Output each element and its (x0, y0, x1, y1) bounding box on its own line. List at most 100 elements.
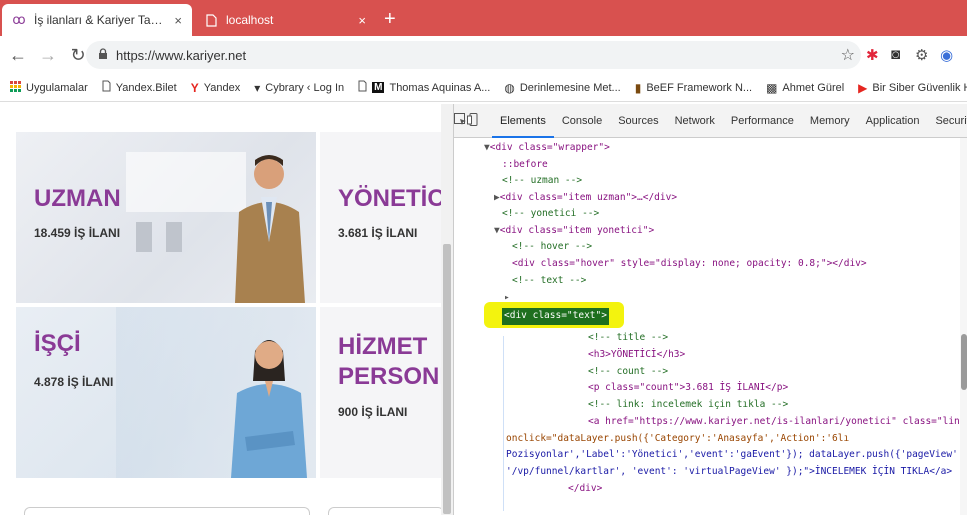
tab-security[interactable]: Security (927, 104, 967, 138)
category-card-yonetici[interactable]: YÖNETİCİ 3.681 İŞ İLANI (320, 132, 448, 303)
bookmark-uygulamalar[interactable]: Uygulamalar (10, 80, 88, 95)
card-title: UZMAN (34, 185, 121, 212)
dom-comment[interactable]: <!-- hover --> (512, 239, 592, 256)
dom-line[interactable]: <a href="https://www.kariyer.net/is-ilan… (588, 414, 967, 431)
devtools-panel: Elements Console Sources Network Perform… (453, 104, 967, 515)
selection-indent-guide (454, 336, 504, 511)
dom-selected-line[interactable]: <div class="text"> (502, 308, 609, 325)
dom-comment[interactable]: <!-- link: incelemek için tıkla --> (588, 397, 788, 414)
dom-comment-text: <!-- count --> (588, 366, 669, 377)
bookmark-ahmet-gurel[interactable]: ▩ Ahmet Gürel (766, 81, 844, 95)
dom-line[interactable]: ▶<div class="item uzman">…</div> (494, 190, 677, 207)
bookmark-star-icon[interactable]: ☆ (841, 45, 855, 65)
next-section-card (328, 507, 444, 515)
tab-performance[interactable]: Performance (723, 104, 802, 138)
tab-kariyer[interactable]: ꝏ İş ilanları & Kariyer Tavsiyeleri Ka × (2, 4, 192, 36)
url-text: https://www.kariyer.net (116, 47, 247, 63)
category-card-isci[interactable]: İŞÇİ 4.878 İŞ İLANI (16, 307, 316, 478)
dom-comment[interactable]: <!-- text --> (512, 273, 586, 290)
bookmark-yandex[interactable]: Y Yandex (191, 81, 241, 95)
kariyer-favicon-icon: ꝏ (12, 12, 26, 27)
dom-line[interactable]: <div class="hover" style="display: none;… (512, 256, 867, 273)
tab-console[interactable]: Console (554, 104, 610, 138)
dom-comment[interactable]: <!-- count --> (588, 364, 668, 381)
dom-comment-text: <!-- uzman --> (502, 175, 583, 186)
beef-icon: ▮ (634, 80, 642, 95)
tab-close-icon[interactable]: × (358, 13, 366, 28)
background-chair (136, 222, 152, 252)
card-title: HİZMET PERSONELİ (338, 332, 448, 392)
dom-tag: <div class="wrapper"> (489, 142, 610, 153)
background-chair (166, 222, 182, 252)
device-toolbar-icon[interactable] (467, 112, 480, 129)
address-bar[interactable]: https://www.kariyer.net ☆ (86, 41, 861, 69)
bookmark-derinlemesine[interactable]: ◍ Derinlemesine Met... (504, 81, 620, 95)
bookmark-beef[interactable]: ▮ BeEF Framework N... (635, 81, 752, 95)
card-count: 18.459 İŞ İLANI (34, 226, 121, 240)
card-title-line2: PERSONELİ (338, 363, 448, 390)
forward-arrow-icon[interactable]: → (36, 45, 60, 66)
tab-close-icon[interactable]: × (174, 13, 182, 28)
worker-photo (231, 340, 307, 478)
youtube-icon: ▶ (858, 80, 868, 95)
bookmark-cybrary[interactable]: ▾ Cybrary ‹ Log In (254, 81, 344, 95)
dom-tree: ▼<div class="wrapper"> ::before <!-- uzm… (454, 140, 967, 515)
dom-comment[interactable]: <!-- uzman --> (502, 173, 582, 190)
devtools-tab-bar: Elements Console Sources Network Perform… (454, 104, 967, 138)
devtools-scrollbar[interactable] (960, 138, 967, 515)
dom-line[interactable]: Pozisyonlar','Label':'Yönetici','event':… (506, 447, 964, 464)
bookmark-label: Cybrary ‹ Log In (265, 81, 345, 94)
dom-comment[interactable]: <!-- title --> (588, 330, 668, 347)
dom-line[interactable]: </div> (568, 481, 602, 498)
tab-application[interactable]: Application (858, 104, 928, 138)
bookmark-thomas-aquinas[interactable]: M Thomas Aquinas A... (358, 80, 490, 95)
tab-network[interactable]: Network (667, 104, 723, 138)
extension-globe-icon[interactable]: ◉ (940, 46, 953, 64)
category-card-hizmet-personeli[interactable]: HİZMET PERSONELİ 900 İŞ İLANI (320, 307, 448, 478)
card-count: 3.681 İŞ İLANI (338, 226, 418, 240)
bookmark-siber-guvenlik[interactable]: ▶ Bir Siber Güvenlik H... (858, 81, 967, 95)
extension-glasses-icon[interactable]: ◙ (891, 46, 900, 63)
page-icon (358, 80, 367, 95)
dom-attribute-value: Pozisyonlar','Label':'Yönetici','event':… (506, 449, 964, 460)
dom-line[interactable]: onclick="dataLayer.push({'Category':'Ana… (506, 431, 849, 448)
page-scrollbar[interactable] (441, 104, 453, 515)
card-title-line1: HİZMET (338, 333, 428, 360)
scrollbar-thumb[interactable] (961, 334, 967, 390)
bookmark-label: Uygulamalar (26, 81, 88, 94)
extension-puzzle-icon[interactable]: ✱ (866, 46, 879, 64)
dom-line[interactable]: <p class="count">3.681 İŞ İLANI</p> (588, 380, 788, 397)
tab-elements[interactable]: Elements (492, 104, 554, 138)
tab-localhost[interactable]: localhost × (194, 4, 376, 36)
dom-tag: <p class="count">3.681 İŞ İLANI</p> (588, 382, 789, 393)
page-icon (102, 80, 111, 95)
dom-line[interactable]: <h3>YÖNETİCİ</h3> (588, 347, 685, 364)
bookmark-yandex-bilet[interactable]: Yandex.Bilet (102, 80, 177, 95)
dom-tag: <div class="item uzman">…</div> (499, 192, 678, 203)
tab-title: İş ilanları & Kariyer Tavsiyeleri Ka (34, 13, 168, 27)
tab-memory[interactable]: Memory (802, 104, 858, 138)
dom-line[interactable]: ▼<div class="item yonetici"> (494, 223, 654, 240)
card-count: 900 İŞ İLANI (338, 405, 408, 419)
tab-title: localhost (226, 13, 274, 27)
bookmark-label: Yandex (203, 81, 241, 94)
dom-tag: <h3>YÖNETİCİ</h3> (588, 349, 686, 360)
browser-toolbar: ← → ↻ https://www.kariyer.net ☆ ✱ ◙ ⚙ ◉ (0, 36, 967, 74)
back-arrow-icon[interactable]: ← (6, 45, 30, 66)
inspect-element-icon[interactable] (454, 112, 467, 129)
extension-tool-icon[interactable]: ⚙ (915, 46, 928, 64)
lock-icon (98, 47, 108, 63)
tab-sources[interactable]: Sources (610, 104, 666, 138)
dom-attribute-value: '/vp/funnel/kartlar', 'event': 'virtualP… (506, 466, 953, 477)
dom-comment-text: <!-- hover --> (512, 241, 593, 252)
dom-line[interactable]: '/vp/funnel/kartlar', 'event': 'virtualP… (506, 464, 952, 481)
dom-line[interactable]: ▼<div class="wrapper"> (484, 140, 610, 157)
dom-pseudo[interactable]: ::before (502, 157, 548, 174)
bookmark-label: Ahmet Gürel (782, 81, 845, 94)
new-tab-button[interactable]: + (384, 8, 396, 31)
dom-comment[interactable]: <!-- yonetici --> (502, 206, 599, 223)
category-card-uzman[interactable]: UZMAN 18.459 İŞ İLANI (16, 132, 316, 303)
bookmark-label: BeEF Framework N... (646, 81, 753, 94)
apps-grid-icon (10, 80, 21, 95)
scrollbar-thumb[interactable] (443, 244, 451, 514)
